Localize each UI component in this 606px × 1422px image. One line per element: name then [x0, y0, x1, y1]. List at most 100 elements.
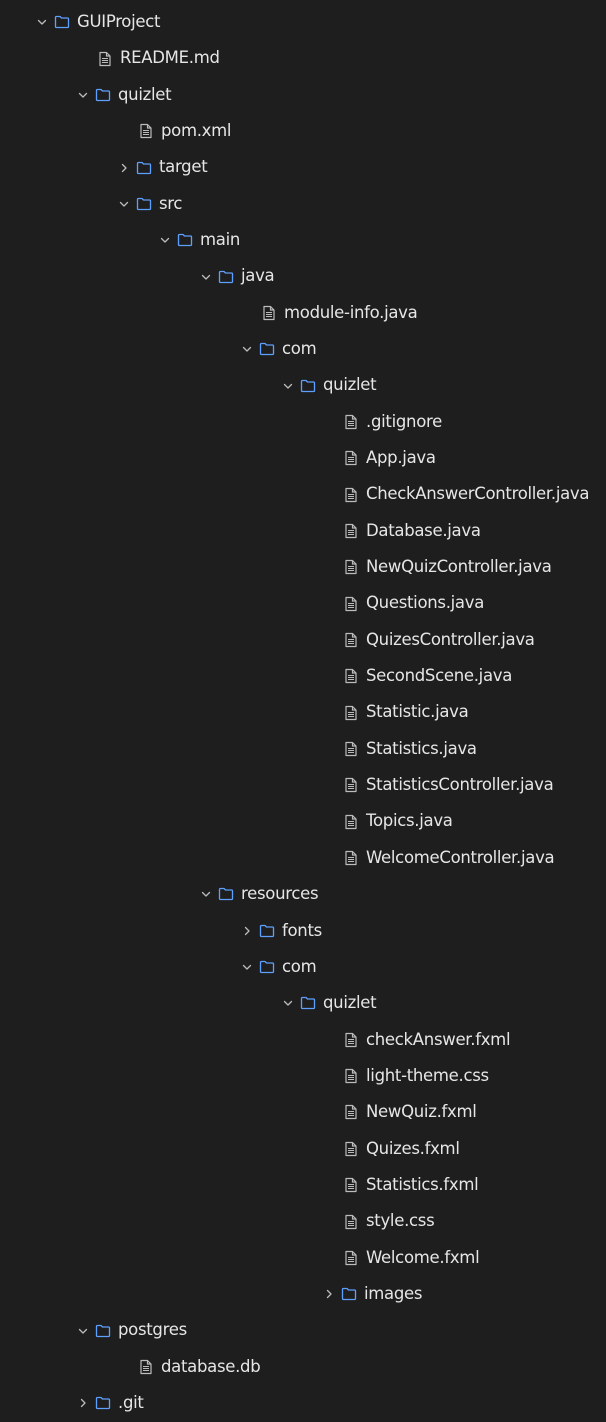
- tree-file-checkanswer-fxml[interactable]: checkAnswer.fxml: [0, 1022, 606, 1058]
- file-icon: [343, 596, 359, 612]
- file-icon: [261, 305, 277, 321]
- tree-item-label: fonts: [282, 920, 322, 940]
- chevron-down-icon[interactable]: [239, 959, 255, 975]
- tree-file-gitignore[interactable]: .gitignore: [0, 404, 606, 440]
- tree-file-quizescontroller-java[interactable]: QuizesController.java: [0, 622, 606, 658]
- tree-item-label: CheckAnswerController.java: [366, 484, 590, 504]
- chevron-down-icon[interactable]: [198, 886, 214, 902]
- file-icon: [343, 1104, 359, 1120]
- file-icon: [343, 1141, 359, 1157]
- tree-item-label: checkAnswer.fxml: [366, 1029, 511, 1049]
- chevron-right-icon[interactable]: [239, 923, 255, 939]
- file-icon: [343, 632, 359, 648]
- file-icon: [343, 414, 359, 430]
- file-icon: [343, 559, 359, 575]
- tree-folder-quizlet[interactable]: quizlet: [0, 367, 606, 403]
- tree-file-newquizcontroller-java[interactable]: NewQuizController.java: [0, 549, 606, 585]
- tree-file-questions-java[interactable]: Questions.java: [0, 586, 606, 622]
- tree-folder-images[interactable]: images: [0, 1276, 606, 1312]
- tree-file-readme-md[interactable]: README.md: [0, 40, 606, 76]
- tree-item-label: .git: [118, 1392, 144, 1412]
- chevron-down-icon[interactable]: [239, 341, 255, 357]
- tree-file-welcome-fxml[interactable]: Welcome.fxml: [0, 1240, 606, 1276]
- tree-file-app-java[interactable]: App.java: [0, 440, 606, 476]
- chevron-down-icon[interactable]: [280, 995, 296, 1011]
- tree-item-label: quizlet: [323, 993, 377, 1013]
- tree-file-light-theme-css[interactable]: light-theme.css: [0, 1058, 606, 1094]
- tree-folder-postgres[interactable]: postgres: [0, 1312, 606, 1348]
- tree-item-label: src: [159, 193, 183, 213]
- chevron-right-icon[interactable]: [75, 1395, 91, 1411]
- file-explorer-tree: GUIProject README.md quizlet pom.xml target s…: [0, 0, 606, 1422]
- tree-file-secondscene-java[interactable]: SecondScene.java: [0, 658, 606, 694]
- tree-folder-resources[interactable]: resources: [0, 876, 606, 912]
- tree-item-label: Statistics.fxml: [366, 1174, 479, 1194]
- file-icon: [343, 777, 359, 793]
- file-icon: [343, 487, 359, 503]
- chevron-down-icon[interactable]: [34, 14, 50, 30]
- tree-file-statistics-java[interactable]: Statistics.java: [0, 731, 606, 767]
- tree-item-label: StatisticsController.java: [366, 775, 554, 795]
- tree-folder-fonts[interactable]: fonts: [0, 913, 606, 949]
- tree-item-label: Welcome.fxml: [366, 1247, 480, 1267]
- tree-file-pom-xml[interactable]: pom.xml: [0, 113, 606, 149]
- folder-icon: [218, 886, 234, 902]
- tree-folder-git[interactable]: .git: [0, 1385, 606, 1421]
- tree-folder-src[interactable]: src: [0, 186, 606, 222]
- chevron-down-icon[interactable]: [198, 269, 214, 285]
- tree-item-label: style.css: [366, 1211, 435, 1231]
- tree-file-database-db[interactable]: database.db: [0, 1349, 606, 1385]
- tree-item-label: NewQuizController.java: [366, 557, 552, 577]
- tree-folder-quizlet[interactable]: quizlet: [0, 985, 606, 1021]
- file-icon: [343, 741, 359, 757]
- tree-item-label: Topics.java: [366, 811, 453, 831]
- tree-file-statisticscontroller-java[interactable]: StatisticsController.java: [0, 767, 606, 803]
- tree-file-style-css[interactable]: style.css: [0, 1203, 606, 1239]
- tree-folder-com[interactable]: com: [0, 331, 606, 367]
- tree-item-label: Database.java: [366, 520, 481, 540]
- folder-icon: [54, 14, 70, 30]
- file-icon: [343, 1177, 359, 1193]
- tree-file-checkanswercontroller-java[interactable]: CheckAnswerController.java: [0, 476, 606, 512]
- folder-icon: [300, 378, 316, 394]
- chevron-down-icon[interactable]: [75, 87, 91, 103]
- tree-folder-guiproject[interactable]: GUIProject: [0, 4, 606, 40]
- tree-file-database-java[interactable]: Database.java: [0, 513, 606, 549]
- chevron-down-icon[interactable]: [75, 1323, 91, 1339]
- chevron-down-icon[interactable]: [157, 232, 173, 248]
- folder-icon: [259, 923, 275, 939]
- tree-file-statistic-java[interactable]: Statistic.java: [0, 695, 606, 731]
- tree-folder-main[interactable]: main: [0, 222, 606, 258]
- file-icon: [97, 51, 113, 67]
- tree-file-statistics-fxml[interactable]: Statistics.fxml: [0, 1167, 606, 1203]
- tree-file-welcomecontroller-java[interactable]: WelcomeController.java: [0, 840, 606, 876]
- tree-item-label: database.db: [161, 1356, 261, 1376]
- tree-folder-com[interactable]: com: [0, 949, 606, 985]
- tree-folder-java[interactable]: java: [0, 258, 606, 294]
- file-icon: [343, 1032, 359, 1048]
- tree-item-label: Questions.java: [366, 593, 485, 613]
- tree-file-quizes-fxml[interactable]: Quizes.fxml: [0, 1131, 606, 1167]
- folder-icon: [177, 232, 193, 248]
- chevron-down-icon[interactable]: [116, 196, 132, 212]
- folder-icon: [95, 87, 111, 103]
- tree-file-newquiz-fxml[interactable]: NewQuiz.fxml: [0, 1094, 606, 1130]
- tree-file-topics-java[interactable]: Topics.java: [0, 804, 606, 840]
- tree-folder-quizlet[interactable]: quizlet: [0, 77, 606, 113]
- tree-item-label: quizlet: [323, 375, 377, 395]
- tree-item-label: target: [159, 157, 208, 177]
- tree-item-label: images: [364, 1283, 423, 1303]
- folder-icon: [259, 959, 275, 975]
- tree-file-module-info-java[interactable]: module-info.java: [0, 295, 606, 331]
- chevron-right-icon[interactable]: [321, 1286, 337, 1302]
- tree-item-label: java: [241, 266, 275, 286]
- chevron-right-icon[interactable]: [116, 160, 132, 176]
- tree-item-label: WelcomeController.java: [366, 847, 555, 867]
- tree-item-label: .gitignore: [366, 411, 442, 431]
- file-icon: [343, 523, 359, 539]
- tree-item-label: SecondScene.java: [366, 666, 513, 686]
- folder-icon: [259, 341, 275, 357]
- tree-item-label: README.md: [120, 48, 220, 68]
- chevron-down-icon[interactable]: [280, 378, 296, 394]
- tree-folder-target[interactable]: target: [0, 149, 606, 185]
